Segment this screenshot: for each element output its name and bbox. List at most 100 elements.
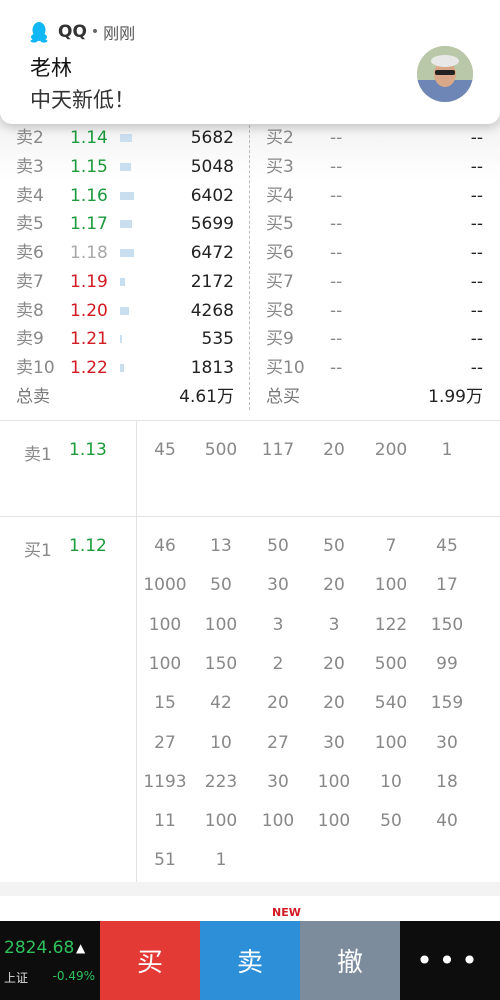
total-sell-label: 总卖	[16, 386, 50, 407]
queue-order-size: 500	[204, 440, 238, 460]
queue-order-size: 7	[385, 536, 397, 556]
qq-notification[interactable]: QQ • 刚刚 老林 中天新低！	[0, 0, 500, 124]
sell-level-price: 1.19	[70, 271, 108, 292]
notification-sender: 老林	[30, 56, 72, 80]
volume-bar	[120, 134, 132, 142]
total-buy-value: 1.99万	[428, 386, 483, 407]
book-row: 卖6 1.18 6472 买6 -- --	[0, 239, 500, 268]
notification-header: QQ • 刚刚	[30, 20, 135, 44]
sell-level-qty: 5048	[190, 156, 234, 177]
queue-order-size: 100	[317, 811, 351, 832]
sell-level-label: 卖5	[16, 214, 44, 235]
queue-order-size: 45	[154, 440, 176, 460]
queue-order-size: 20	[323, 653, 345, 674]
queue-order-size: 20	[267, 693, 289, 714]
sell-button[interactable]: 卖	[200, 921, 300, 1000]
total-sell-value: 4.61万	[179, 386, 234, 407]
totals-row: 总卖 4.61万 总买 1.99万	[0, 383, 500, 412]
book-row: 卖2 1.14 5682 买2 -- --	[0, 124, 500, 153]
index-ticker[interactable]: 2824.68 ▲ 上证 -0.49%	[0, 921, 100, 1000]
queue-order-size: 50	[267, 536, 289, 556]
buy-level-price: --	[330, 358, 343, 378]
queue-order-size: 100	[374, 732, 408, 753]
queue-order-size: 27	[267, 732, 289, 753]
queue-order-size: 540	[374, 693, 408, 714]
sell-level-price: 1.15	[70, 156, 108, 177]
buy-level-price: --	[330, 128, 343, 148]
queue-order-size: 51	[154, 850, 176, 871]
sell-level-qty: 5699	[190, 214, 234, 235]
queue-row-divider	[0, 516, 500, 517]
queue-order-size: 1	[441, 440, 453, 460]
order-queue: 卖1 1.13 买1 1.12 45 500 117 20 200 1 46 13 50 50 7 4…	[0, 420, 500, 883]
queue-order-size: 50	[210, 575, 232, 596]
buy-level-price: --	[330, 300, 343, 321]
queue-order-size: 150	[204, 653, 238, 674]
sell-level-label: 卖8	[16, 300, 44, 321]
sell-level-price: 1.18	[70, 243, 108, 263]
queue-order-size: 10	[210, 732, 232, 753]
cancel-order-button[interactable]: 撤	[300, 921, 400, 1000]
sell-level-label: 卖9	[16, 329, 44, 350]
sell-level-label: 卖7	[16, 271, 44, 292]
buy-level-price: --	[330, 214, 343, 235]
buy-level-qty: --	[470, 300, 483, 321]
order-book: 卖2 1.14 5682 买2 -- -- 卖3 1.15 5048 买3 -- -- 卖4 1.16 64…	[0, 110, 500, 420]
queue-order-size: 30	[323, 732, 345, 753]
volume-bar	[120, 335, 122, 344]
queue-order-size: 20	[323, 693, 345, 714]
buy-level-label: 买7	[266, 271, 294, 292]
queue-order-size: 17	[436, 575, 458, 596]
queue-order-size: 100	[374, 575, 408, 596]
sell-level-qty: 535	[201, 329, 234, 350]
buy-level-qty: --	[470, 271, 483, 292]
section-gap	[0, 882, 500, 896]
buy-button[interactable]: 买	[100, 921, 200, 1000]
queue-order-size: 2	[272, 653, 284, 674]
queue-order-size: 27	[154, 732, 176, 753]
queue-order-size: 100	[317, 771, 351, 792]
bottom-trade-bar: 2824.68 ▲ 上证 -0.49% 买 卖 撤 •••	[0, 921, 500, 1000]
index-name: 上证	[4, 971, 29, 985]
volume-bar	[120, 364, 124, 372]
buy-level-label: 买2	[266, 128, 294, 148]
buy-level-price: --	[330, 185, 343, 206]
notification-message: 中天新低！	[30, 88, 135, 112]
sell-level-price: 1.17	[70, 214, 108, 235]
notification-app-name: QQ	[58, 22, 87, 42]
qq-penguin-icon	[30, 22, 48, 43]
new-badge: NEW	[272, 906, 301, 919]
buy-level-qty: --	[470, 128, 483, 148]
sell-level-label: 卖3	[16, 156, 44, 177]
queue-order-size: 100	[261, 811, 295, 832]
buy-level-price: --	[330, 271, 343, 292]
buy-level-qty: --	[470, 185, 483, 206]
queue-order-size: 20	[323, 575, 345, 596]
queue-order-size: 100	[148, 653, 182, 674]
queue-order-size: 46	[154, 536, 176, 556]
queue-order-size: 100	[204, 811, 238, 832]
queue-sell1-price: 1.13	[69, 440, 107, 460]
sell-level-label: 卖6	[16, 243, 44, 263]
queue-order-size: 100	[204, 614, 238, 635]
queue-order-size: 3	[328, 614, 340, 635]
queue-order-size: 13	[210, 536, 232, 556]
buy-level-qty: --	[470, 214, 483, 235]
queue-order-size: 15	[154, 693, 176, 714]
book-divider	[249, 125, 250, 410]
more-icon[interactable]: •••	[400, 921, 500, 1000]
queue-order-size: 159	[430, 693, 464, 714]
buy-level-price: --	[330, 243, 343, 263]
book-row: 卖5 1.17 5699 买5 -- --	[0, 210, 500, 239]
queue-sell1-label: 卖1	[24, 445, 52, 465]
queue-order-size: 122	[374, 614, 408, 635]
queue-order-size: 3	[272, 614, 284, 635]
sell-level-label: 卖4	[16, 185, 44, 206]
book-row: 卖7 1.19 2172 买7 -- --	[0, 268, 500, 297]
sell-level-qty: 1813	[190, 358, 234, 378]
sell-level-qty: 2172	[190, 271, 234, 292]
buy-level-qty: --	[470, 156, 483, 177]
total-buy-label: 总买	[266, 386, 300, 407]
queue-order-size: 100	[148, 614, 182, 635]
buy-level-price: --	[330, 329, 343, 350]
